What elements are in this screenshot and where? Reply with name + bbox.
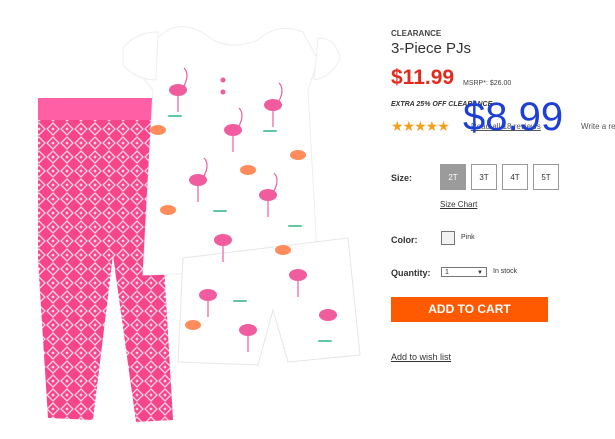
size-option-3t[interactable]: 3T xyxy=(471,164,497,190)
add-to-cart-button[interactable]: ADD TO CART xyxy=(391,297,548,322)
size-option-5t[interactable]: 5T xyxy=(533,164,559,190)
write-review-link[interactable]: Write a review xyxy=(581,122,615,131)
quantity-select[interactable]: 1 ▼ xyxy=(441,267,487,277)
quantity-value: 1 xyxy=(445,269,449,276)
msrp-price: MSRP*: $26.00 xyxy=(463,80,512,87)
quantity-label: Quantity: xyxy=(391,268,431,278)
size-option-4t[interactable]: 4T xyxy=(502,164,528,190)
add-to-wishlist-link[interactable]: Add to wish list xyxy=(391,352,451,362)
size-chart-link[interactable]: Size Chart xyxy=(440,200,477,209)
chevron-down-icon: ▼ xyxy=(477,270,483,276)
size-label: Size: xyxy=(391,173,413,183)
product-title: 3-Piece PJs xyxy=(391,40,472,57)
sale-price: $11.99 xyxy=(391,66,455,89)
color-label: Color: xyxy=(391,235,418,245)
clearance-badge: CLEARANCE xyxy=(391,29,442,38)
product-image xyxy=(18,10,383,425)
color-name: Pink xyxy=(461,234,475,241)
rating-stars-icon: ★★★★★ xyxy=(391,118,450,134)
product-info-panel: CLEARANCE 3-Piece PJs $11.99 MSRP*: $26.… xyxy=(391,0,615,439)
overlay-price: $8.99 xyxy=(463,95,564,139)
stock-status: In stock xyxy=(493,268,518,275)
size-option-2t[interactable]: 2T xyxy=(440,164,466,190)
color-swatch[interactable] xyxy=(441,231,455,245)
